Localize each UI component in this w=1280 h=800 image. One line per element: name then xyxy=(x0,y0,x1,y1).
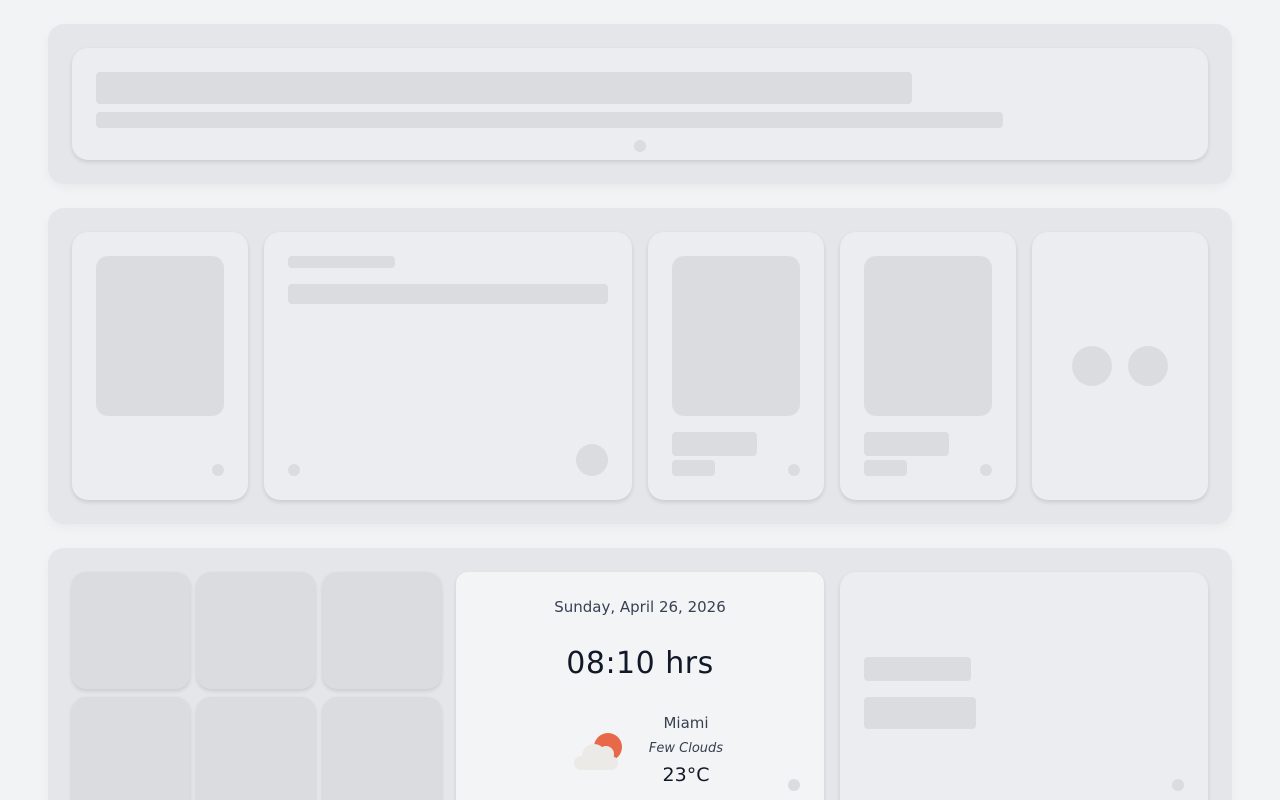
cards-section xyxy=(48,208,1232,524)
sublabel-placeholder xyxy=(864,460,907,476)
status-dot xyxy=(288,464,300,476)
status-dot xyxy=(788,779,800,791)
tile-placeholder[interactable] xyxy=(72,697,190,800)
info-card[interactable] xyxy=(840,572,1208,800)
image-placeholder xyxy=(672,256,800,416)
status-dot xyxy=(788,464,800,476)
tile-placeholder[interactable] xyxy=(323,572,441,689)
status-dot xyxy=(212,464,224,476)
skeleton-card[interactable] xyxy=(1032,232,1208,500)
value-placeholder xyxy=(864,697,976,729)
label-placeholder xyxy=(672,432,757,456)
label-placeholder xyxy=(288,256,395,268)
weather-description: Few Clouds xyxy=(648,741,724,756)
image-placeholder xyxy=(864,256,992,416)
tile-placeholder[interactable] xyxy=(72,572,190,689)
subtitle-placeholder xyxy=(96,112,1003,128)
clock-date: Sunday, April 26, 2026 xyxy=(554,598,726,616)
tile-placeholder[interactable] xyxy=(197,697,315,800)
header-section xyxy=(48,24,1232,184)
image-placeholder xyxy=(96,256,224,416)
heading-placeholder xyxy=(288,284,608,304)
title-placeholder xyxy=(96,72,912,104)
clock-weather-widget: Sunday, April 26, 2026 08:10 hrs Miami F… xyxy=(456,572,824,800)
clock-time: 08:10 hrs xyxy=(566,646,714,681)
status-dot xyxy=(1172,779,1184,791)
status-dot xyxy=(634,140,646,152)
avatar-placeholder xyxy=(1128,346,1168,386)
action-button-placeholder[interactable] xyxy=(576,444,608,476)
weather-city: Miami xyxy=(663,714,709,732)
header-card xyxy=(72,48,1208,160)
label-placeholder xyxy=(864,657,971,681)
weather-temperature: 23°C xyxy=(662,764,710,786)
status-dot xyxy=(980,464,992,476)
skeleton-wide-card[interactable] xyxy=(264,232,632,500)
few-clouds-icon xyxy=(574,733,622,770)
avatar-placeholder xyxy=(1072,346,1112,386)
widgets-section: Sunday, April 26, 2026 08:10 hrs Miami F… xyxy=(48,548,1232,800)
label-placeholder xyxy=(864,432,949,456)
sublabel-placeholder xyxy=(672,460,715,476)
tile-placeholder[interactable] xyxy=(197,572,315,689)
skeleton-card[interactable] xyxy=(840,232,1016,500)
skeleton-card[interactable] xyxy=(648,232,824,500)
skeleton-card[interactable] xyxy=(72,232,248,500)
tile-placeholder[interactable] xyxy=(323,697,441,800)
